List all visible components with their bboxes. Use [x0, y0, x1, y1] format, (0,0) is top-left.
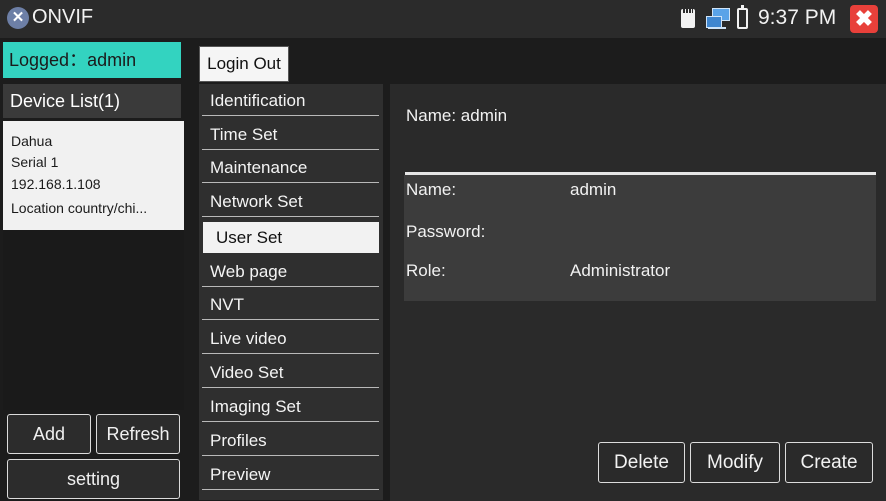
- device-list-header: Device List(1): [3, 84, 181, 118]
- device-list-item[interactable]: Dahua Serial 1 192.168.1.108 Location co…: [3, 121, 184, 230]
- menu-item-live-video[interactable]: Live video: [202, 323, 379, 354]
- delete-button[interactable]: Delete: [598, 442, 685, 483]
- status-time: 9:37 PM: [758, 6, 837, 29]
- settings-menu: Identification Time Set Maintenance Netw…: [199, 84, 383, 500]
- field-label: Name:: [406, 180, 457, 199]
- menu-item-network-set[interactable]: Network Set: [202, 186, 379, 217]
- setting-button[interactable]: setting: [7, 459, 180, 499]
- device-ip: 192.168.1.108: [11, 176, 101, 192]
- onvif-logo-icon: ✕: [7, 7, 29, 29]
- user-field-name[interactable]: Name: admin: [404, 180, 876, 214]
- user-info-table: Name: admin Password: Role: Administrato…: [404, 175, 876, 301]
- menu-item-web-page[interactable]: Web page: [202, 256, 379, 287]
- device-name: Dahua: [11, 133, 53, 149]
- battery-icon: [737, 5, 748, 29]
- add-button[interactable]: Add: [7, 414, 91, 454]
- menu-item-nvt[interactable]: NVT: [202, 289, 379, 320]
- device-location: Location country/chi...: [11, 200, 148, 216]
- create-button[interactable]: Create: [785, 442, 873, 483]
- user-field-password[interactable]: Password:: [404, 222, 876, 256]
- logged-in-status: Logged：admin: [3, 42, 181, 78]
- menu-item-maintenance[interactable]: Maintenance: [202, 152, 379, 183]
- menu-item-user-set[interactable]: User Set: [203, 222, 379, 253]
- field-value: Administrator: [570, 261, 671, 280]
- app-title: ONVIF: [32, 6, 94, 28]
- menu-item-imaging-set[interactable]: Imaging Set: [202, 391, 379, 422]
- user-field-role[interactable]: Role: Administrator: [404, 261, 876, 295]
- field-label: Password:: [406, 222, 486, 241]
- login-out-button[interactable]: Login Out: [199, 46, 289, 82]
- device-list-area: [3, 230, 184, 410]
- user-name-header[interactable]: Name: admin: [406, 106, 507, 126]
- sd-card-icon: [681, 9, 695, 28]
- network-icon: [706, 8, 730, 30]
- close-icon[interactable]: ✖: [850, 5, 878, 33]
- title-bar: ✕ ONVIF 9:37 PM ✖: [0, 0, 886, 38]
- refresh-button[interactable]: Refresh: [96, 414, 180, 454]
- device-serial: Serial 1: [11, 154, 59, 170]
- menu-item-profiles[interactable]: Profiles: [202, 425, 379, 456]
- field-value: admin: [570, 180, 617, 199]
- field-label: Role:: [406, 261, 446, 280]
- menu-item-time-set[interactable]: Time Set: [202, 119, 379, 150]
- menu-item-preview[interactable]: Preview: [202, 459, 379, 490]
- menu-item-identification[interactable]: Identification: [202, 85, 379, 116]
- modify-button[interactable]: Modify: [690, 442, 780, 483]
- menu-item-video-set[interactable]: Video Set: [202, 357, 379, 388]
